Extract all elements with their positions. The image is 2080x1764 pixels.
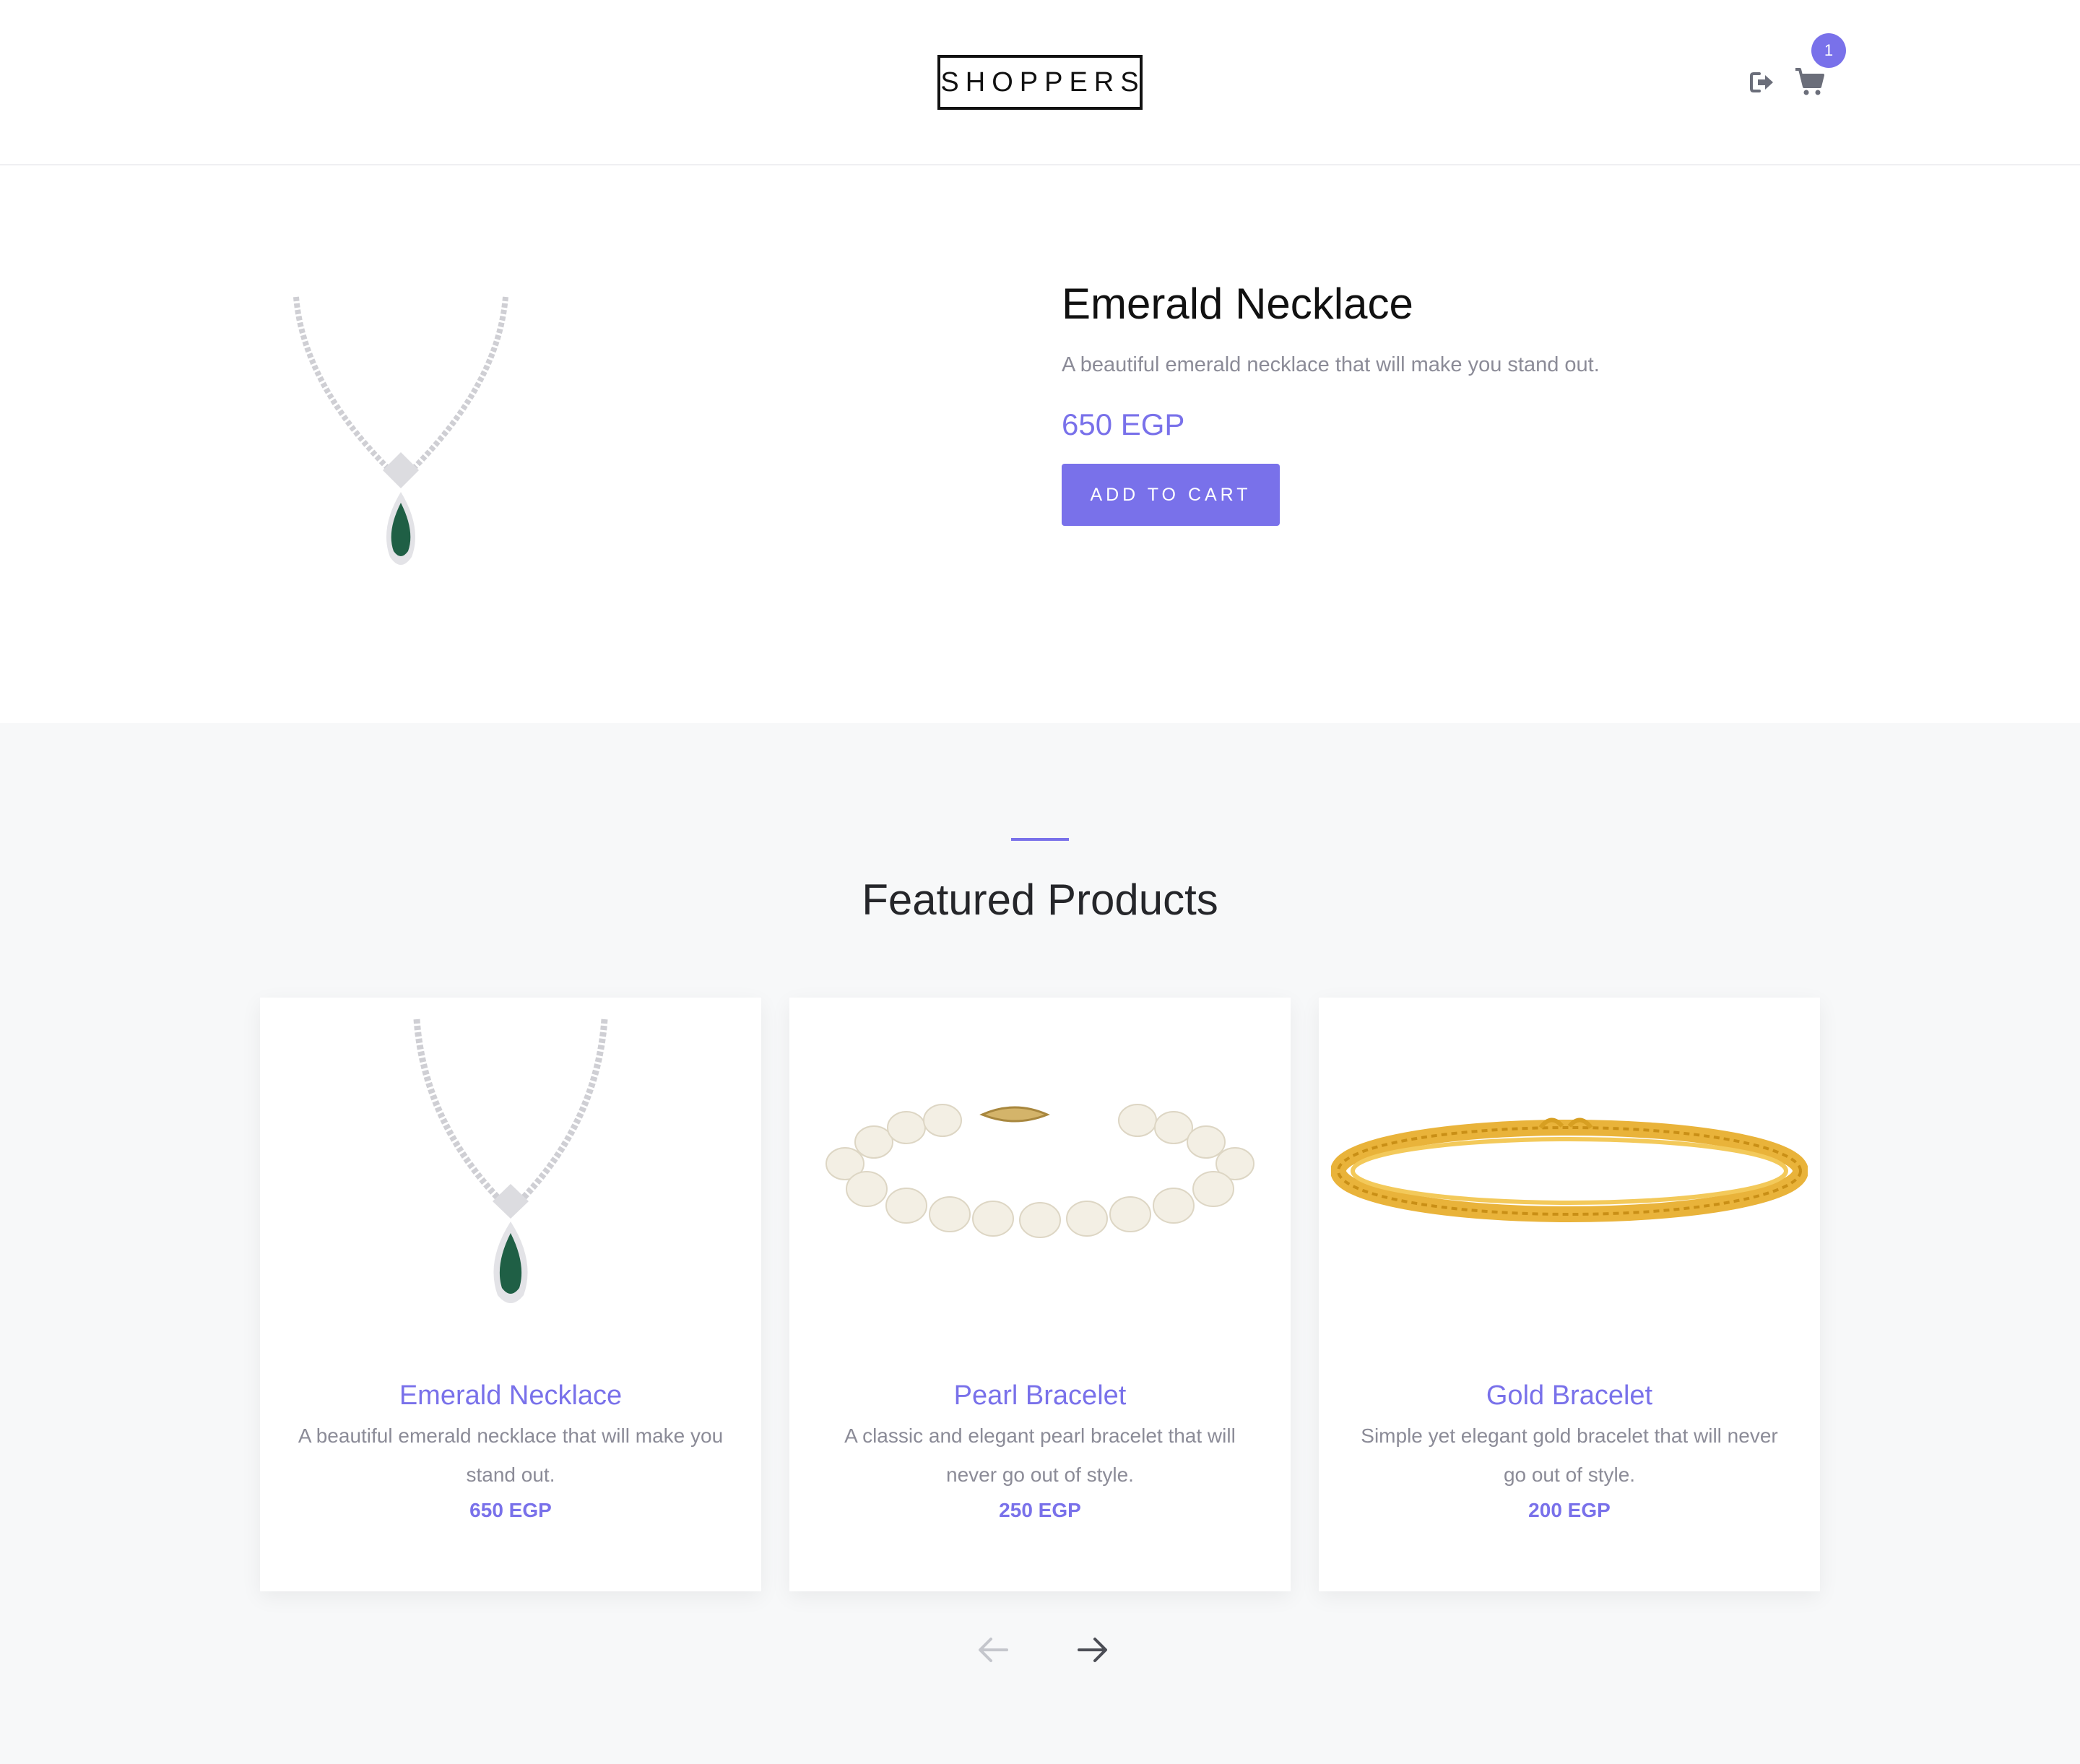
product-description: A beautiful emerald necklace that will m… bbox=[1062, 353, 1600, 376]
product-info: Emerald Necklace A beautiful emerald nec… bbox=[1062, 282, 1784, 526]
arrow-right-icon[interactable] bbox=[1075, 1632, 1111, 1668]
emerald-necklace-image bbox=[413, 1019, 608, 1303]
card-title[interactable]: Gold Bracelet bbox=[1319, 1380, 1820, 1411]
product-card[interactable]: Gold Bracelet Simple yet elegant gold br… bbox=[1319, 998, 1820, 1591]
product-card[interactable]: Pearl Bracelet A classic and elegant pea… bbox=[789, 998, 1291, 1591]
carousel-nav bbox=[968, 1632, 1112, 1668]
card-price: 200 EGP bbox=[1528, 1499, 1611, 1521]
product-detail: Emerald Necklace A beautiful emerald nec… bbox=[0, 167, 2080, 723]
product-title: Emerald Necklace bbox=[1062, 280, 1413, 328]
card-title[interactable]: Emerald Necklace bbox=[260, 1380, 761, 1411]
card-description: Simple yet elegant gold bracelet that wi… bbox=[1361, 1424, 1778, 1486]
card-image[interactable] bbox=[1319, 1012, 1820, 1330]
card-image[interactable] bbox=[260, 1012, 761, 1330]
arrow-left-icon[interactable] bbox=[975, 1632, 1011, 1668]
gold-bracelet-image bbox=[1331, 1117, 1808, 1222]
featured-title: Featured Products bbox=[862, 875, 1218, 924]
section-divider bbox=[1011, 838, 1069, 841]
card-description: A classic and elegant pearl bracelet tha… bbox=[844, 1424, 1236, 1486]
site-header: SHOPPERS 1 bbox=[0, 0, 2080, 165]
site-logo[interactable]: SHOPPERS bbox=[937, 55, 1143, 110]
card-title[interactable]: Pearl Bracelet bbox=[789, 1380, 1291, 1411]
card-price: 250 EGP bbox=[999, 1499, 1081, 1521]
featured-products-section: Featured Products Emerald Necklace A bea… bbox=[0, 723, 2080, 1764]
cart-count-badge[interactable]: 1 bbox=[1811, 33, 1846, 68]
add-to-cart-button[interactable]: ADD TO CART bbox=[1062, 464, 1280, 526]
sign-out-icon[interactable] bbox=[1748, 68, 1777, 97]
card-image[interactable] bbox=[789, 1012, 1291, 1330]
card-price: 650 EGP bbox=[469, 1499, 552, 1521]
header-icons: 1 bbox=[1748, 33, 1846, 104]
product-card[interactable]: Emerald Necklace A beautiful emerald nec… bbox=[260, 998, 761, 1591]
emerald-necklace-image bbox=[293, 296, 508, 565]
pearl-bracelet-image bbox=[826, 1104, 1254, 1238]
product-price: 650 EGP bbox=[1062, 407, 1185, 441]
card-description: A beautiful emerald necklace that will m… bbox=[298, 1424, 724, 1486]
shopping-cart-icon[interactable] bbox=[1793, 65, 1826, 98]
